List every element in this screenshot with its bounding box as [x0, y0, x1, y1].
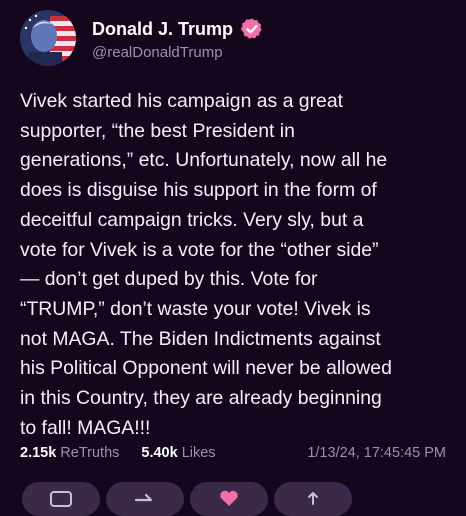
share-button[interactable]: [274, 482, 352, 516]
post-stats-row: 2.15k ReTruths 5.40k Likes 1/13/24, 17:4…: [20, 442, 446, 464]
likes-count: 5.40k: [141, 445, 178, 461]
retruths-count: 2.15k: [20, 445, 57, 461]
likes-label: Likes: [181, 445, 216, 461]
flag-portrait-icon: [20, 10, 76, 66]
like-button[interactable]: [190, 482, 268, 516]
reply-icon: [50, 491, 72, 507]
reply-button[interactable]: [22, 482, 100, 516]
share-icon: [308, 492, 318, 505]
retruth-icon: [134, 493, 153, 502]
truth-post: Donald J. Trump @realDonaldTrump Vivek s…: [0, 0, 466, 516]
post-body-text: Vivek started his campaign as a great su…: [20, 90, 392, 439]
retruth-button[interactable]: [106, 482, 184, 516]
retruths-label: ReTruths: [60, 445, 120, 461]
post-header: Donald J. Trump @realDonaldTrump: [20, 10, 450, 66]
retruths-stat[interactable]: 2.15k ReTruths: [20, 445, 119, 461]
likes-stat[interactable]: 5.40k Likes: [141, 445, 215, 461]
author-avatar[interactable]: [20, 10, 76, 66]
author-name-row: Donald J. Trump: [92, 16, 264, 42]
verified-badge-icon: [240, 17, 264, 41]
post-timestamp: 1/13/24, 17:45:45 PM: [307, 445, 446, 461]
post-action-bar: [0, 482, 466, 516]
author-handle[interactable]: @realDonaldTrump: [92, 44, 223, 61]
like-icon: [220, 490, 238, 506]
author-display-name[interactable]: Donald J. Trump: [92, 19, 233, 40]
